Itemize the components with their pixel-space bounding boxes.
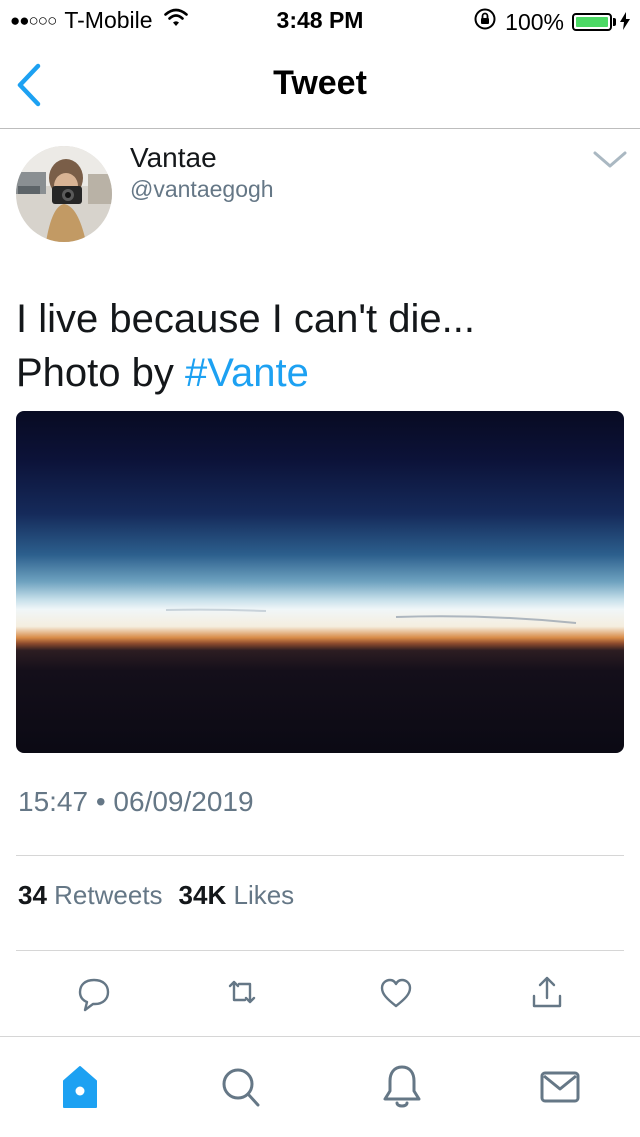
divider xyxy=(16,855,624,856)
author-handle[interactable]: @vantaegogh xyxy=(130,176,274,203)
tweet-timestamp: 15:47 • 06/09/2019 xyxy=(18,786,254,817)
tab-bar xyxy=(0,1036,640,1137)
search-icon xyxy=(222,1068,260,1107)
home-icon xyxy=(63,1066,97,1108)
charging-icon xyxy=(620,9,630,36)
status-bar: ●●○○○ T-Mobile 3:48 PM 100% xyxy=(0,0,640,40)
tweet-text-prefix: Photo by xyxy=(16,351,186,395)
hashtag-link[interactable]: #Vante xyxy=(185,351,309,395)
tweet-options-button[interactable] xyxy=(590,148,630,172)
orientation-lock-icon xyxy=(473,7,497,37)
battery-percent: 100% xyxy=(505,8,564,35)
navigation-bar: Tweet xyxy=(0,40,640,129)
messages-icon xyxy=(540,1071,580,1103)
tab-notifications[interactable] xyxy=(378,1061,426,1113)
share-icon xyxy=(532,976,562,1008)
page-title: Tweet xyxy=(273,64,367,102)
avatar[interactable] xyxy=(16,146,112,242)
reply-icon xyxy=(78,978,110,1012)
retweets-label[interactable]: Retweets xyxy=(54,880,162,910)
horizon-photo-overlay xyxy=(165,608,577,624)
divider xyxy=(16,950,624,951)
tweet-photo[interactable] xyxy=(16,411,624,753)
battery-icon xyxy=(572,13,612,31)
tweet-text: I live because I can't die... Photo by #… xyxy=(16,292,624,400)
likes-label[interactable]: Likes xyxy=(233,880,294,910)
tweet-action-bar xyxy=(0,970,640,1020)
retweets-count[interactable]: 34 xyxy=(18,880,47,910)
battery-cap xyxy=(613,18,616,26)
tweet-text-line-1: I live because I can't die... xyxy=(16,297,476,341)
battery-fill xyxy=(576,17,608,27)
likes-count[interactable]: 34K xyxy=(179,880,227,910)
tweet-stats: 34 Retweets 34K Likes xyxy=(18,880,294,911)
status-bar-right: 100% xyxy=(473,7,630,37)
tab-messages[interactable] xyxy=(536,1061,584,1113)
author-name[interactable]: Vantae xyxy=(130,142,217,174)
like-button[interactable] xyxy=(374,970,418,1014)
like-icon xyxy=(380,978,412,1008)
reply-button[interactable] xyxy=(72,970,116,1014)
retweet-icon xyxy=(228,980,256,1004)
avatar-image xyxy=(16,146,112,242)
tweet-text-line-2: Photo by #Vante xyxy=(16,346,624,400)
tab-home[interactable] xyxy=(56,1061,104,1113)
share-button[interactable] xyxy=(525,970,569,1014)
retweet-button[interactable] xyxy=(220,970,264,1014)
chevron-down-icon xyxy=(593,151,627,168)
notifications-icon xyxy=(383,1065,421,1108)
tab-search[interactable] xyxy=(216,1061,264,1113)
